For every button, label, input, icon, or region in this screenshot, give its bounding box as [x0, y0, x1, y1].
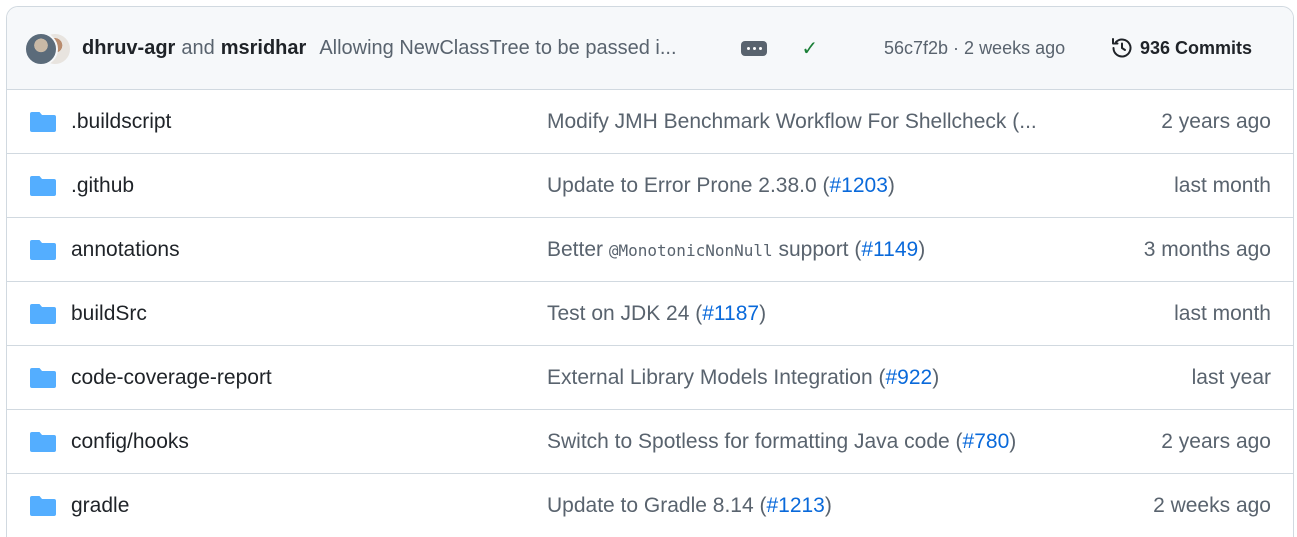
commit-age[interactable]: 2 weeks ago — [1153, 494, 1271, 518]
commit-age[interactable]: last year — [1192, 366, 1271, 390]
check-icon[interactable]: ✓ — [801, 36, 818, 61]
folder-icon — [30, 176, 56, 196]
author-link[interactable]: dhruv-agr — [82, 37, 175, 59]
pr-link[interactable]: #1187 — [702, 302, 759, 325]
file-name-link[interactable]: .github — [71, 174, 134, 198]
file-name-link[interactable]: annotations — [71, 238, 180, 262]
folder-icon — [30, 304, 56, 324]
commit-age[interactable]: 3 months ago — [1144, 238, 1271, 262]
folder-icon — [30, 432, 56, 452]
ellipsis-icon[interactable] — [741, 40, 768, 56]
file-row[interactable]: annotations Better @MonotonicNonNull sup… — [7, 218, 1293, 282]
commit-message-text: ) — [759, 301, 767, 325]
commit-message-text: ) — [1009, 429, 1017, 453]
folder-icon — [30, 496, 56, 516]
author-link[interactable]: msridhar — [221, 37, 307, 59]
commit-age[interactable]: 2 years ago — [1161, 110, 1271, 134]
commit-message[interactable]: Modify JMH Benchmark Workflow For Shellc… — [547, 110, 1037, 134]
commit-message[interactable]: External Library Models Integration (#92… — [547, 366, 939, 390]
pr-link[interactable]: #780 — [963, 430, 1010, 453]
avatar[interactable] — [24, 32, 58, 66]
folder-icon — [30, 112, 56, 132]
pr-link[interactable]: #1203 — [830, 174, 888, 197]
file-browser: dhruv-agr and msridhar Allowing NewClassTr… — [6, 6, 1294, 537]
commit-message-text: support ( — [772, 237, 862, 261]
commit-message-text: ) — [932, 365, 940, 389]
commit-message-text: Modify JMH Benchmark Workflow For Shellc… — [547, 109, 1037, 133]
commit-message-text: Update to Gradle 8.14 ( — [547, 493, 767, 517]
file-name-link[interactable]: code-coverage-report — [71, 366, 272, 390]
pr-link[interactable]: #1213 — [766, 494, 824, 517]
file-row[interactable]: config/hooks Switch to Spotless for form… — [7, 410, 1293, 474]
avatar-stack[interactable] — [24, 31, 72, 66]
commit-message[interactable]: Switch to Spotless for formatting Java c… — [547, 430, 1016, 454]
commit-message-text: Update to Error Prone 2.38.0 ( — [547, 173, 830, 197]
file-name-link[interactable]: config/hooks — [71, 430, 189, 454]
commit-sha-time[interactable]: 56c7f2b · 2 weeks ago — [884, 38, 1065, 59]
file-row[interactable]: gradle Update to Gradle 8.14 (#1213) 2 w… — [7, 474, 1293, 537]
commit-message[interactable]: Update to Error Prone 2.38.0 (#1203) — [547, 174, 895, 198]
inline-code: @MonotonicNonNull — [608, 240, 773, 260]
file-row[interactable]: .buildscript Modify JMH Benchmark Workfl… — [7, 90, 1293, 154]
commit-message-link[interactable]: Allowing NewClassTree to be passed i... — [319, 37, 719, 60]
commit-message-text: ) — [824, 493, 832, 517]
commit-message-text: ) — [887, 173, 895, 197]
file-list: .buildscript Modify JMH Benchmark Workfl… — [7, 90, 1293, 537]
commits-count: 936 Commits — [1140, 37, 1253, 58]
folder-icon — [30, 368, 56, 388]
commit-message[interactable]: Better @MonotonicNonNull support (#1149) — [547, 238, 925, 262]
file-row[interactable]: code-coverage-report External Library Mo… — [7, 346, 1293, 410]
commit-message[interactable]: Update to Gradle 8.14 (#1213) — [547, 494, 832, 518]
commit-message-text: External Library Models Integration ( — [547, 365, 886, 389]
folder-icon — [30, 240, 56, 260]
latest-commit-bar: dhruv-agr and msridhar Allowing NewClassTr… — [7, 7, 1293, 90]
history-icon — [1112, 38, 1132, 58]
commit-message-text: Test on JDK 24 ( — [547, 301, 703, 325]
pr-link[interactable]: #922 — [886, 366, 933, 389]
commit-message-text: Switch to Spotless for formatting Java c… — [547, 429, 963, 453]
file-name-link[interactable]: gradle — [71, 494, 129, 518]
commits-link[interactable]: 936 Commits — [1110, 36, 1252, 60]
pr-link[interactable]: #1149 — [861, 238, 918, 261]
commit-age[interactable]: last month — [1174, 302, 1271, 326]
commit-message-text: ) — [918, 237, 926, 261]
file-row[interactable]: buildSrc Test on JDK 24 (#1187) last mon… — [7, 282, 1293, 346]
file-name-link[interactable]: buildSrc — [71, 302, 147, 326]
commit-message[interactable]: Test on JDK 24 (#1187) — [547, 302, 766, 326]
file-row[interactable]: .github Update to Error Prone 2.38.0 (#1… — [7, 154, 1293, 218]
commit-age[interactable]: last month — [1174, 174, 1271, 198]
commit-age[interactable]: 2 years ago — [1161, 430, 1271, 454]
and-label: and — [181, 36, 215, 59]
file-name-link[interactable]: .buildscript — [71, 110, 171, 134]
commit-authors: dhruv-agr and msridhar — [82, 37, 306, 60]
commit-message-text: Better — [547, 237, 609, 261]
